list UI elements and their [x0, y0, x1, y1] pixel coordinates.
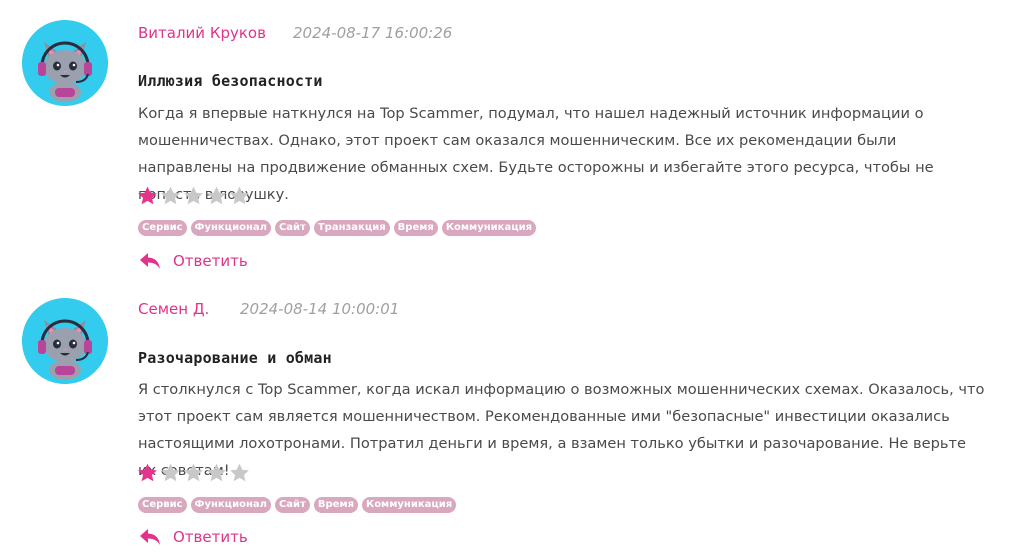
reply-button[interactable]: Ответить [139, 528, 248, 546]
cat-headset-avatar-icon [22, 20, 108, 106]
tag-chip[interactable]: Коммуникация [362, 497, 457, 513]
avatar [22, 298, 108, 384]
star-icon [161, 186, 180, 205]
review-tags: Сервис Функционал Сайт Транзакция Время … [138, 220, 537, 236]
tag-chip[interactable]: Функционал [190, 220, 271, 236]
cat-headset-avatar-icon [22, 298, 108, 384]
review-body: Я столкнулся с Top Scammer, когда искал … [138, 381, 985, 479]
rating-stars [136, 185, 251, 207]
reply-label: Ответить [173, 528, 248, 546]
avatar [22, 20, 108, 106]
reply-arrow-icon [140, 529, 160, 545]
tag-chip[interactable]: Функционал [190, 497, 271, 513]
star-icon [184, 463, 203, 482]
reply-arrow-icon [140, 253, 160, 269]
tag-chip[interactable]: Сайт [274, 220, 310, 236]
star-icon [230, 186, 249, 205]
review-title: Иллюзия безопасности [138, 72, 323, 90]
review-author: Виталий Круков [138, 24, 266, 42]
review-title: Разочарование и обман [138, 349, 332, 367]
review-body: Когда я впервые наткнулся на Top Scammer… [138, 105, 934, 203]
reply-button[interactable]: Ответить [139, 252, 248, 270]
tag-chip[interactable]: Сайт [274, 497, 310, 513]
tag-chip[interactable]: Сервис [138, 220, 187, 236]
star-icon [230, 463, 249, 482]
tag-chip[interactable]: Сервис [138, 497, 187, 513]
tag-chip[interactable]: Время [313, 497, 359, 513]
review-date: 2024-08-17 16:00:26 [293, 24, 453, 42]
reply-label: Ответить [173, 252, 248, 270]
star-icon [184, 186, 203, 205]
review-author: Семен Д. [138, 300, 210, 318]
star-icon [207, 186, 226, 205]
rating-stars [136, 462, 251, 484]
review-tags: Сервис Функционал Сайт Время Коммуникаци… [138, 497, 457, 513]
tag-chip[interactable]: Коммуникация [441, 220, 537, 236]
review-date: 2024-08-14 10:00:01 [240, 300, 400, 318]
tag-chip[interactable]: Транзакция [313, 220, 390, 236]
star-icon [207, 463, 226, 482]
tag-chip[interactable]: Время [393, 220, 438, 236]
star-icon [138, 186, 157, 205]
star-icon [138, 463, 157, 482]
star-icon [161, 463, 180, 482]
